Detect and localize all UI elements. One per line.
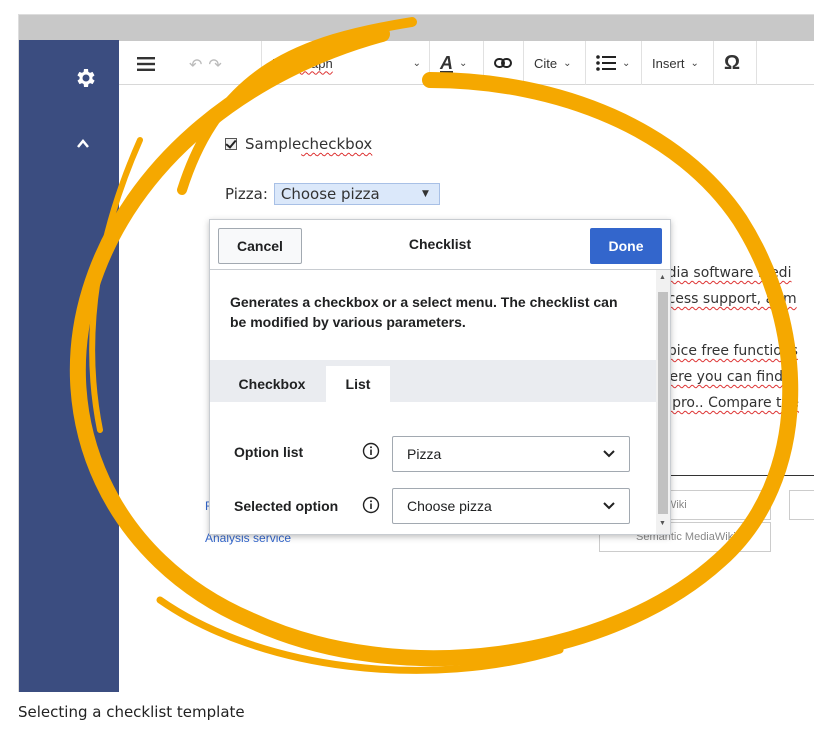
background-text-line: edia software Medi [659, 265, 792, 281]
selected-option-select[interactable]: Choose pizza [392, 488, 630, 524]
text-style-icon: A [440, 52, 453, 73]
sample-checkbox-row[interactable]: Sample checkbox [225, 135, 372, 153]
figure-caption: Selecting a checklist template [18, 703, 245, 721]
dialog-description: Generates a checkbox or a select menu. T… [230, 294, 618, 330]
scrollbar-thumb[interactable] [658, 292, 668, 514]
option-list-value: Pizza [407, 446, 442, 462]
triangle-down-icon: ▼ [421, 189, 429, 199]
option-list-select[interactable]: Pizza [392, 436, 630, 472]
checkbox-label-link: checkbox [301, 135, 373, 153]
sample-checkbox[interactable] [225, 138, 237, 150]
link-icon [494, 58, 512, 68]
insert-label: Insert [652, 55, 685, 71]
link-button[interactable] [483, 41, 523, 85]
dialog-scrollbar[interactable]: ▲ ▼ [656, 270, 670, 534]
omega-icon: Ω [724, 51, 741, 74]
info-icon[interactable] [362, 496, 380, 514]
sidebar [19, 40, 119, 692]
chevron-up-icon[interactable] [75, 136, 91, 152]
pizza-select-row: Pizza: Choose pizza ▼ [225, 183, 440, 205]
chevron-down-icon: ⌄ [459, 57, 468, 69]
bullet-list-icon [596, 55, 616, 71]
background-text-line: e pro.. Compare the [659, 395, 799, 411]
list-dropdown[interactable]: ⌄ [585, 41, 641, 85]
dialog-tabs: Checkbox List [210, 360, 656, 402]
window-top-strip [19, 15, 814, 41]
paragraph-format-dropdown[interactable]: Paragraph ⌄ [261, 41, 429, 85]
dialog-header: Cancel Checklist Done [210, 220, 670, 270]
editor-toolbar: ↶↷ Paragraph ⌄ A ⌄ Cite ⌄ ⌄ Insert ⌄ Ω [119, 41, 814, 85]
chevron-down-icon [603, 450, 615, 458]
text-style-dropdown[interactable]: A ⌄ [429, 41, 483, 85]
background-text-line: ocess support, adm [659, 291, 797, 307]
tab-checkbox[interactable]: Checkbox [220, 366, 324, 402]
done-button[interactable]: Done [590, 228, 662, 264]
background-text-line: Spice free functions [659, 343, 798, 359]
pizza-label: Pizza: [225, 185, 268, 203]
undo-redo-icon[interactable]: ↶↷ [189, 55, 228, 75]
chevron-down-icon [603, 502, 615, 510]
gear-icon[interactable] [73, 66, 97, 90]
scroll-up-icon[interactable]: ▲ [659, 274, 666, 281]
footer-badge-placeholder [789, 490, 814, 520]
insert-dropdown[interactable]: Insert ⌄ [641, 41, 713, 85]
info-icon[interactable] [362, 442, 380, 460]
tab-list[interactable]: List [326, 366, 390, 402]
hamburger-menu-icon[interactable] [137, 57, 155, 71]
chevron-down-icon: ⌄ [563, 57, 572, 69]
cite-dropdown[interactable]: Cite ⌄ [523, 41, 585, 85]
paragraph-label: Paragraph [272, 55, 333, 71]
special-character-button[interactable]: Ω [713, 41, 757, 85]
selected-option-value: Choose pizza [407, 498, 492, 514]
cite-label: Cite [534, 55, 558, 71]
background-text-line: Here you can find a [659, 369, 797, 385]
pizza-select[interactable]: Choose pizza ▼ [273, 183, 440, 205]
pizza-select-value: Choose pizza [280, 185, 380, 203]
checklist-dialog: Cancel Checklist Done Generates a checkb… [209, 219, 671, 535]
screenshot-frame: ↶↷ Paragraph ⌄ A ⌄ Cite ⌄ ⌄ Insert ⌄ Ω S… [18, 14, 814, 692]
chevron-down-icon: ⌄ [622, 57, 631, 69]
chevron-down-icon: ⌄ [412, 57, 421, 69]
option-list-label: Option list [234, 444, 304, 460]
scroll-down-icon[interactable]: ▼ [659, 520, 666, 527]
chevron-down-icon: ⌄ [690, 57, 699, 69]
checkbox-label-prefix: Sample [245, 135, 302, 153]
selected-option-label: Selected option [234, 498, 339, 514]
